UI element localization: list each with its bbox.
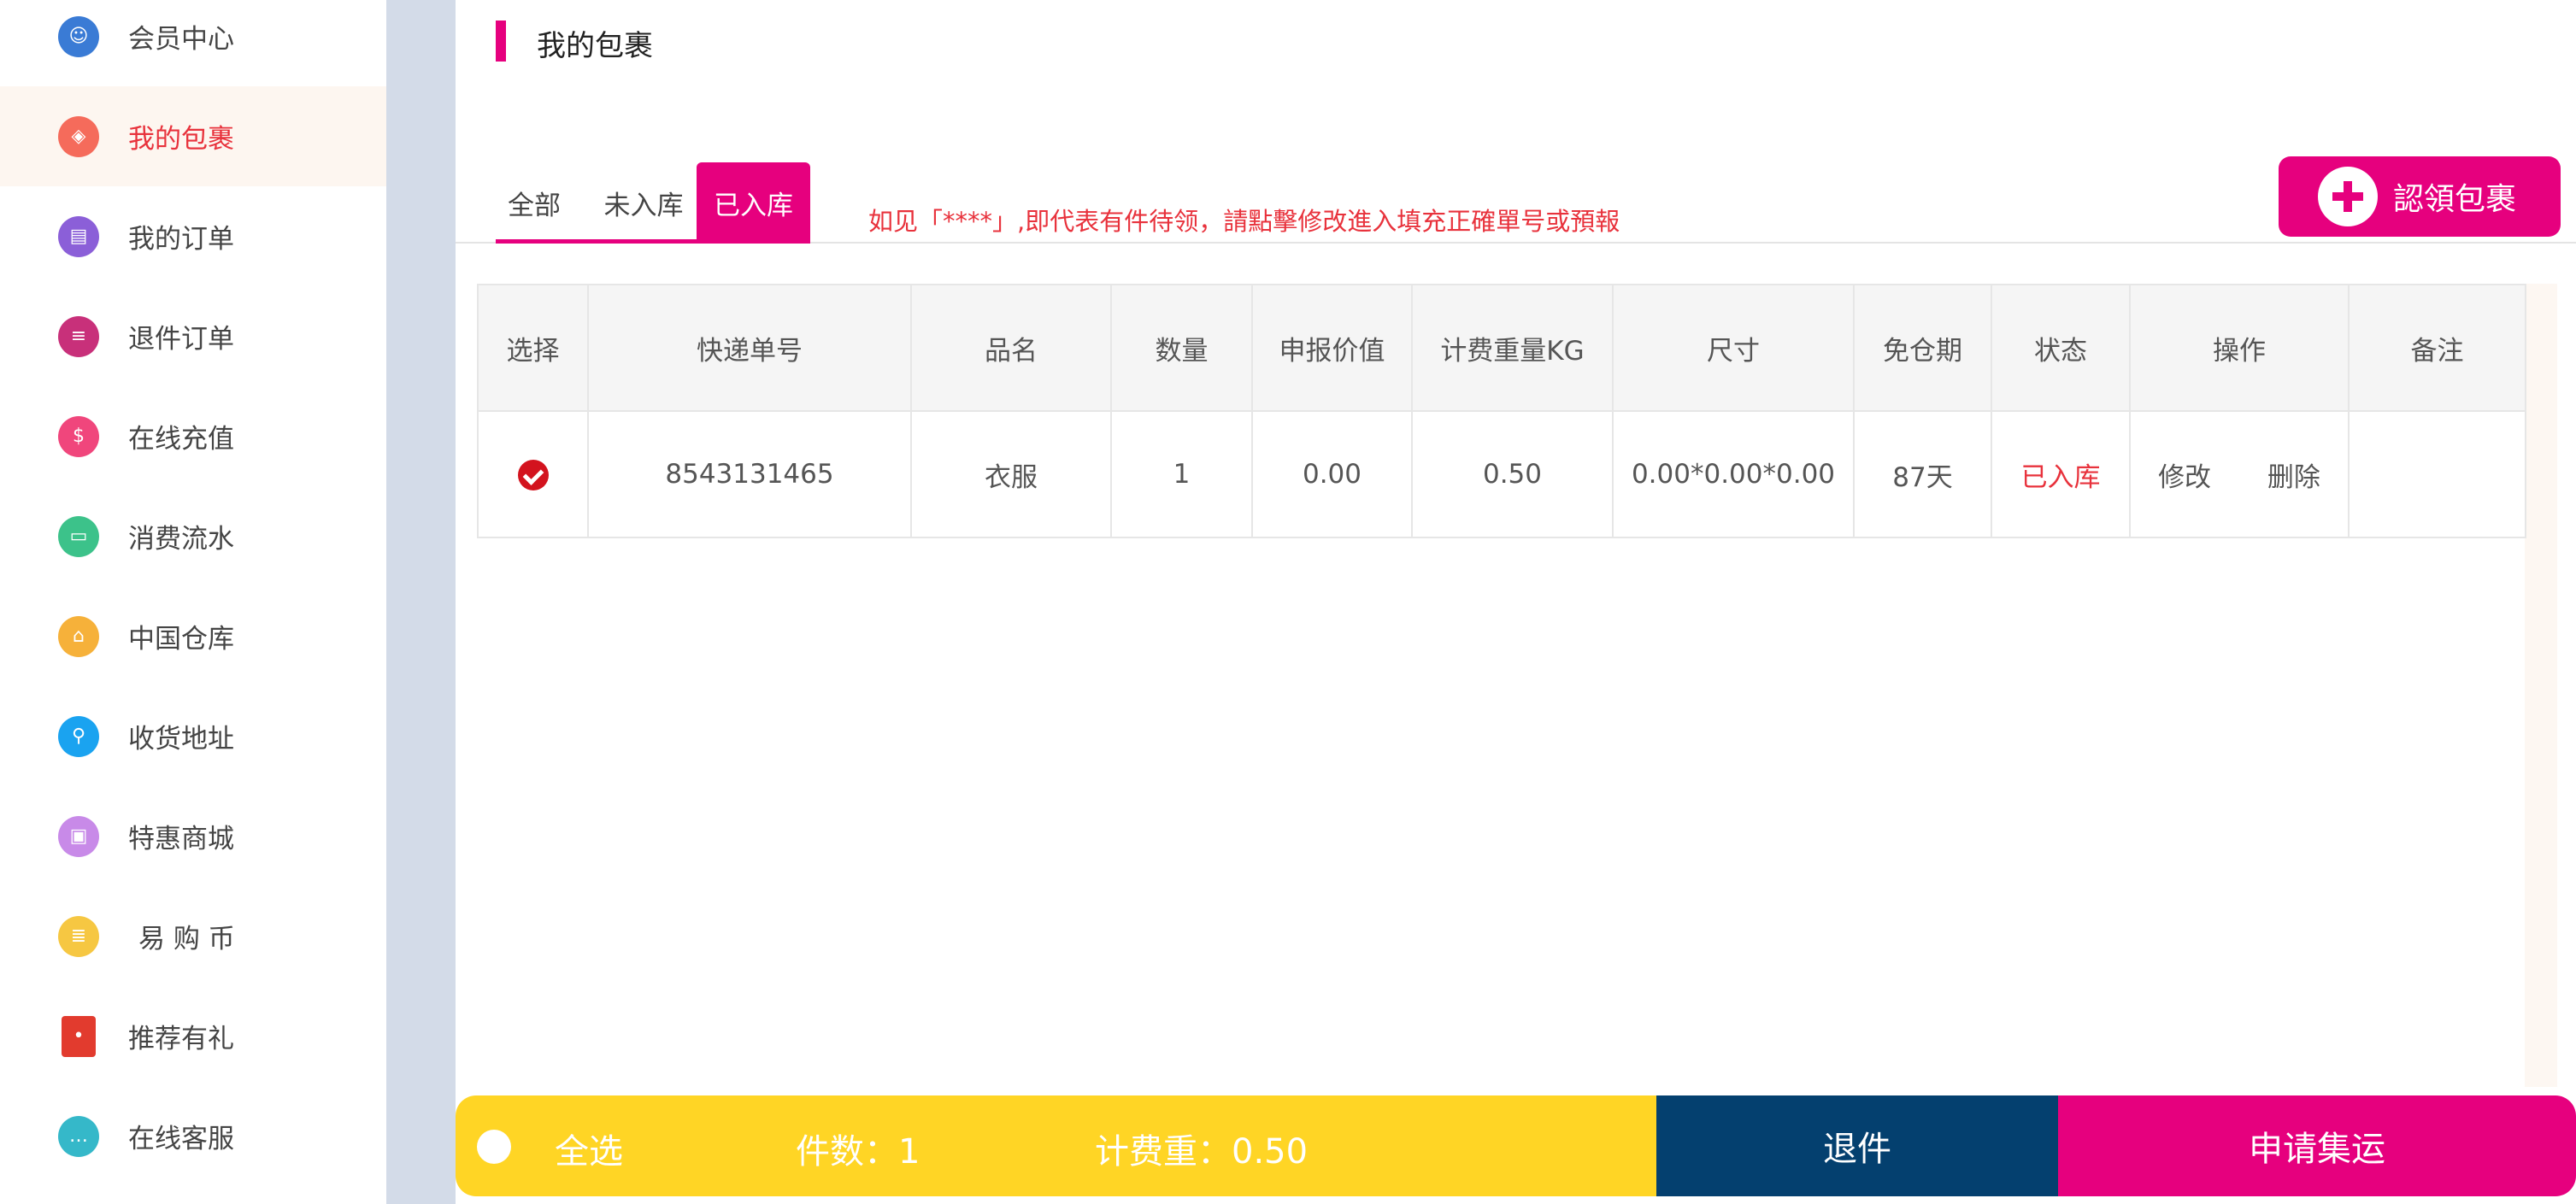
tab-not-in-stock[interactable]: 未入库 (593, 162, 694, 243)
column-header: 品名 (910, 284, 1112, 412)
operation-cell: 修改 删除 (2129, 410, 2350, 538)
return-order-icon: ≡ (58, 315, 99, 357)
sidebar-item-label: 特惠商城 (128, 824, 234, 855)
billable-weight-total: 计费重：0.50 (1095, 1132, 1309, 1172)
sidebar-item-coins[interactable]: ≣ 易 购 币 (0, 886, 386, 986)
sidebar-item-mall[interactable]: ▣ 特惠商城 (0, 786, 386, 886)
red-envelope-icon: • (62, 1015, 96, 1057)
sidebar-item-referral[interactable]: • 推荐有礼 (0, 986, 386, 1086)
sidebar-item-label: 收货地址 (128, 724, 234, 755)
scroll-track (2525, 284, 2557, 1087)
column-header: 备注 (2348, 284, 2526, 412)
sidebar-item-label: 中国仓库 (128, 624, 234, 655)
sidebar-item-label: 会员中心 (128, 24, 234, 55)
remark (2348, 410, 2526, 538)
return-button[interactable]: 退件 (1656, 1095, 2058, 1196)
sidebar-item-label: 在线客服 (128, 1124, 234, 1154)
column-header: 计费重量KG (1411, 284, 1614, 412)
size: 0.00*0.00*0.00 (1612, 410, 1855, 538)
column-header: 快递单号 (587, 284, 912, 412)
package-table: 选择 快递单号 品名 数量 申报价值 计费重量KG 尺寸 免仓期 状态 操作 备… (477, 284, 2526, 538)
column-header: 申报价值 (1251, 284, 1413, 412)
package-icon: ◈ (58, 115, 99, 157)
select-cell (477, 410, 589, 538)
declared-value: 0.00 (1251, 410, 1413, 538)
checked-icon[interactable] (517, 459, 549, 490)
sidebar-item-label: 消费流水 (128, 524, 234, 555)
bill-icon: ▭ (58, 515, 99, 557)
sidebar-item-label: 推荐有礼 (128, 1024, 234, 1054)
bottom-action-bar: 全选 件数：1 计费重：0.50 退件 申请集运 (456, 1095, 2576, 1196)
sidebar-item-label: 退件订单 (128, 324, 234, 355)
item-name: 衣服 (910, 410, 1112, 538)
sidebar-item-return-orders[interactable]: ≡ 退件订单 (0, 286, 386, 386)
recharge-icon: $ (58, 415, 99, 457)
member-icon: ☺ (58, 15, 99, 57)
tab-underline (496, 239, 810, 244)
warehouse-icon: ⌂ (58, 615, 99, 657)
notice-text: 如见「****」,即代表有件待领，請點擊修改進入填充正確單号或預報 (868, 207, 1620, 236)
delete-link[interactable]: 删除 (2267, 462, 2320, 493)
sidebar-item-warehouse[interactable]: ⌂ 中国仓库 (0, 586, 386, 686)
column-header: 尺寸 (1612, 284, 1855, 412)
page-title: 我的包裹 (537, 29, 653, 63)
select-all-label[interactable]: 全选 (555, 1124, 623, 1173)
column-header: 免仓期 (1853, 284, 1992, 412)
sidebar-item-my-packages[interactable]: ◈ 我的包裹 (0, 86, 386, 186)
title-accent-bar (496, 21, 506, 62)
sidebar: ☺ 会员中心 ◈ 我的包裹 ▤ 我的订单 ≡ 退件订单 $ 在线充值 ▭ 消费流… (0, 0, 386, 1204)
sidebar-item-my-orders[interactable]: ▤ 我的订单 (0, 186, 386, 286)
tracking-number: 8543131465 (587, 410, 912, 538)
column-header: 状态 (1991, 284, 2131, 412)
quantity: 1 (1110, 410, 1253, 538)
tab-in-stock[interactable]: 已入库 (697, 162, 810, 243)
sidebar-item-member-center[interactable]: ☺ 会员中心 (0, 0, 386, 86)
billable-weight: 0.50 (1411, 410, 1614, 538)
sidebar-item-address[interactable]: ⚲ 收货地址 (0, 686, 386, 786)
sidebar-item-label: 我的订单 (128, 224, 234, 255)
order-icon: ▤ (58, 215, 99, 257)
sidebar-item-label: 我的包裹 (128, 124, 234, 155)
coin-icon: ≣ (58, 915, 99, 957)
free-storage-period: 87天 (1853, 410, 1992, 538)
claim-package-button[interactable]: 認領包裹 (2279, 156, 2561, 237)
column-header: 操作 (2129, 284, 2350, 412)
status-badge: 已入库 (1991, 410, 2131, 538)
sidebar-item-label: 易 购 币 (138, 924, 235, 954)
edit-link[interactable]: 修改 (2158, 462, 2211, 493)
summary-section: 全选 件数：1 计费重：0.50 (456, 1095, 1656, 1196)
chat-icon: … (58, 1115, 99, 1157)
sidebar-item-billing[interactable]: ▭ 消费流水 (0, 486, 386, 586)
location-icon: ⚲ (58, 715, 99, 757)
table-row: 8543131465 衣服 1 0.00 0.50 0.00*0.00*0.00… (477, 410, 2526, 538)
apply-consolidation-button[interactable]: 申请集运 (2058, 1095, 2576, 1196)
column-header: 数量 (1110, 284, 1253, 412)
tab-all[interactable]: 全部 (496, 162, 573, 243)
item-count: 件数：1 (796, 1132, 920, 1172)
mall-icon: ▣ (58, 815, 99, 857)
plus-icon (2318, 167, 2378, 226)
claim-package-label: 認領包裹 (2393, 182, 2517, 217)
sidebar-item-recharge[interactable]: $ 在线充值 (0, 386, 386, 486)
sidebar-item-customer-service[interactable]: … 在线客服 (0, 1086, 386, 1186)
select-all-radio[interactable] (477, 1130, 511, 1164)
sidebar-item-label: 在线充值 (128, 424, 234, 455)
column-header: 选择 (477, 284, 589, 412)
table-header-row: 选择 快递单号 品名 数量 申报价值 计费重量KG 尺寸 免仓期 状态 操作 备… (477, 284, 2526, 412)
